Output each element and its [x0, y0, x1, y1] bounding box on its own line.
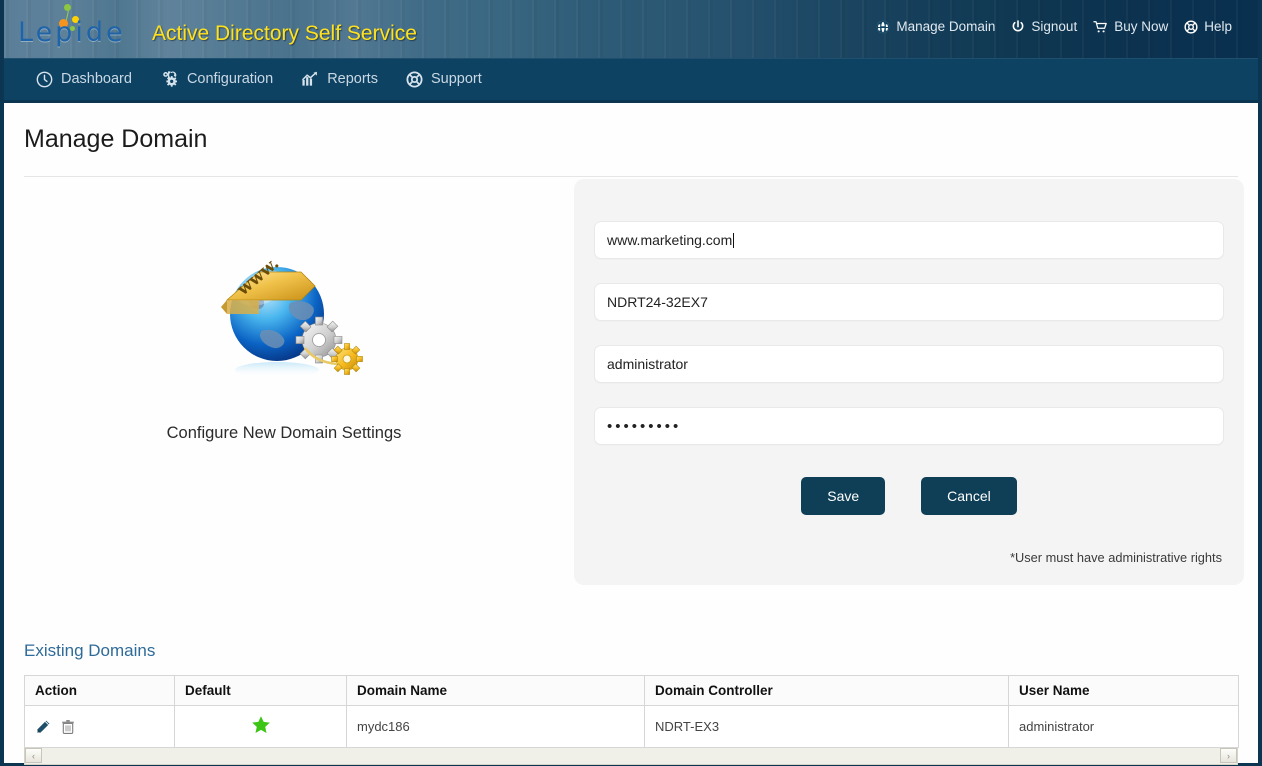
- signout-label: Signout: [1031, 19, 1078, 34]
- domain-name-input[interactable]: www.marketing.com: [594, 221, 1224, 259]
- delete-icon[interactable]: [60, 719, 76, 735]
- column-header-user-name[interactable]: User Name: [1008, 675, 1239, 706]
- nav-item-configuration[interactable]: Configuration: [146, 70, 287, 88]
- nav-item-reports[interactable]: Reports: [287, 71, 392, 87]
- help-label: Help: [1204, 19, 1232, 34]
- table-header-row: Action Default Domain Name Domain Contro…: [24, 675, 1239, 706]
- globe-www-gears-icon: www.: [197, 252, 372, 412]
- buy-now-link[interactable]: Buy Now: [1093, 19, 1168, 34]
- password-value: •••••••••: [607, 417, 682, 435]
- text-caret: [733, 232, 735, 248]
- gears-icon: [160, 70, 179, 88]
- signout-link[interactable]: Signout: [1011, 19, 1077, 34]
- existing-domains-table: Action Default Domain Name Domain Contro…: [24, 675, 1239, 748]
- main-navigation: Dashboard Configuration Reports Support: [4, 58, 1258, 103]
- manage-domain-label: Manage Domain: [896, 19, 996, 34]
- column-header-default[interactable]: Default: [174, 675, 347, 706]
- lifebuoy-icon: [406, 70, 423, 88]
- clock-icon: [36, 71, 53, 88]
- globe-icon: [876, 20, 890, 34]
- domain-name-value: www.marketing.com: [607, 232, 733, 248]
- app-window: Lepide Active Directory Self Service Man…: [0, 0, 1262, 766]
- buy-now-label: Buy Now: [1114, 19, 1169, 34]
- power-icon: [1011, 19, 1025, 34]
- app-header: Lepide Active Directory Self Service Man…: [4, 0, 1258, 58]
- save-button[interactable]: Save: [801, 477, 886, 515]
- brand: Lepide Active Directory Self Service: [18, 2, 417, 54]
- domain-form-panel: www.marketing.com NDRT24-32EX7 administr…: [574, 179, 1244, 585]
- column-header-action[interactable]: Action: [24, 675, 175, 706]
- cell-user-name: administrator: [1008, 705, 1239, 748]
- illustration-caption: Configure New Domain Settings: [166, 424, 402, 442]
- cell-domain-name: mydc186: [346, 705, 645, 748]
- column-header-domain-controller[interactable]: Domain Controller: [644, 675, 1009, 706]
- form-actions: Save Cancel: [574, 477, 1244, 515]
- app-title: Active Directory Self Service: [152, 22, 417, 45]
- help-link[interactable]: Help: [1184, 19, 1232, 34]
- column-header-domain-name[interactable]: Domain Name: [346, 675, 645, 706]
- admin-rights-note: *User must have administrative rights: [1010, 550, 1222, 565]
- nav-label-reports: Reports: [327, 71, 378, 87]
- cart-icon: [1093, 20, 1108, 34]
- header-links: Manage Domain Signout Buy Now Help: [876, 19, 1232, 34]
- chart-icon: [301, 71, 319, 87]
- lifebuoy-icon: [1184, 19, 1198, 34]
- scroll-left-button[interactable]: ‹: [25, 748, 42, 763]
- star-icon[interactable]: [250, 716, 272, 739]
- password-input[interactable]: •••••••••: [594, 407, 1224, 445]
- main-content: www. Configure New Domain Settings www.m…: [4, 177, 1258, 617]
- illustration-panel: www. Configure New Domain Settings: [24, 252, 544, 443]
- domain-controller-value: NDRT24-32EX7: [607, 294, 708, 310]
- nav-label-dashboard: Dashboard: [61, 71, 132, 87]
- nav-label-configuration: Configuration: [186, 71, 274, 87]
- nav-label-support: Support: [430, 71, 482, 87]
- nav-item-support[interactable]: Support: [392, 70, 496, 88]
- cell-default: [174, 705, 347, 748]
- table-row: mydc186 NDRT-EX3 administrator: [24, 705, 1239, 748]
- row-action-icons: [35, 719, 164, 735]
- table-horizontal-scrollbar[interactable]: ‹ ›: [24, 748, 1238, 765]
- logo-text: Lepide: [18, 17, 126, 48]
- page-title: Manage Domain: [24, 125, 208, 153]
- nav-item-dashboard[interactable]: Dashboard: [22, 71, 146, 88]
- scroll-right-button[interactable]: ›: [1220, 748, 1237, 763]
- user-name-input[interactable]: administrator: [594, 345, 1224, 383]
- cell-domain-controller: NDRT-EX3: [644, 705, 1009, 748]
- logo-dot-green: [64, 4, 71, 11]
- lepide-logo[interactable]: Lepide: [18, 2, 138, 54]
- existing-domains-heading: Existing Domains: [24, 641, 156, 660]
- edit-icon[interactable]: [35, 719, 51, 735]
- existing-domains-section: Existing Domains Action Default Domain N…: [4, 641, 1258, 765]
- cancel-button[interactable]: Cancel: [921, 477, 1017, 515]
- manage-domain-link[interactable]: Manage Domain: [876, 19, 995, 34]
- domain-controller-input[interactable]: NDRT24-32EX7: [594, 283, 1224, 321]
- cell-action: [24, 705, 175, 748]
- user-name-value: administrator: [607, 356, 688, 372]
